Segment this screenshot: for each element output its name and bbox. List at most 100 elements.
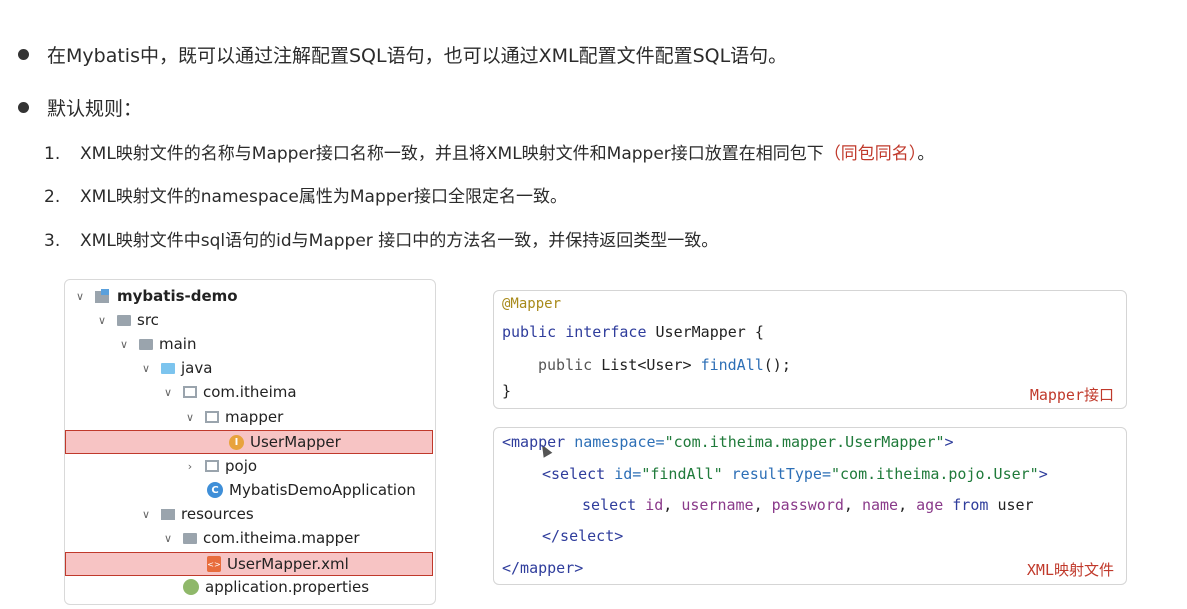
tree-item-com-itheima-mapper[interactable]: ∨ com.itheima.mapper bbox=[161, 527, 360, 549]
sql-sep: , bbox=[753, 496, 772, 514]
package-icon bbox=[183, 386, 197, 398]
code-identifier: UserMapper { bbox=[655, 323, 764, 341]
xml-attr: id= bbox=[614, 465, 642, 483]
code-line: select id, username, password, name, age… bbox=[582, 496, 1034, 514]
chevron-down-icon[interactable]: ∨ bbox=[161, 532, 175, 545]
sql-keyword: from bbox=[952, 496, 998, 514]
rule-item-1: 1. XML映射文件的名称与Mapper接口名称一致，并且将XML映射文件和Map… bbox=[44, 139, 934, 164]
tree-item-src[interactable]: ∨ src bbox=[95, 309, 159, 331]
sql-column: id bbox=[645, 496, 664, 514]
sql-column: age bbox=[916, 496, 953, 514]
tree-label: main bbox=[159, 335, 197, 353]
folder-icon bbox=[183, 532, 197, 544]
tree-label: com.itheima.mapper bbox=[203, 529, 360, 547]
xml-tag-end: > bbox=[944, 433, 954, 451]
tree-item-pojo[interactable]: › pojo bbox=[183, 455, 257, 477]
code-type: List<User> bbox=[601, 356, 701, 374]
xml-tag: <select bbox=[542, 465, 615, 483]
rule-item-2: 2. XML映射文件的namespace属性为Mapper接口全限定名一致。 bbox=[44, 182, 567, 207]
xml-attr: namespace= bbox=[574, 433, 665, 451]
tree-item-mapper[interactable]: ∨ mapper bbox=[183, 406, 283, 428]
bullet-text: 默认规则： bbox=[47, 98, 143, 120]
rule-number: 1. bbox=[44, 144, 61, 164]
tree-label: src bbox=[137, 311, 159, 329]
sql-keyword: select bbox=[582, 496, 646, 514]
chevron-down-icon[interactable]: ∨ bbox=[183, 411, 197, 424]
rule-text: XML映射文件的namespace属性为Mapper接口全限定名一致。 bbox=[80, 187, 567, 207]
bullet-dot bbox=[18, 49, 29, 60]
properties-file-icon bbox=[183, 579, 199, 595]
resources-folder-icon bbox=[161, 508, 175, 520]
bullet-dot bbox=[18, 102, 29, 113]
chevron-down-icon[interactable]: ∨ bbox=[139, 362, 153, 375]
code-punct: (); bbox=[763, 356, 791, 374]
code-method: findAll bbox=[700, 356, 764, 374]
tree-item-main[interactable]: ∨ main bbox=[117, 333, 197, 355]
tree-label: mybatis-demo bbox=[117, 287, 238, 305]
spring-boot-class-icon: C bbox=[207, 482, 223, 498]
rule-number: 2. bbox=[44, 187, 61, 207]
tree-item-application-properties[interactable]: application.properties bbox=[183, 576, 369, 598]
tree-item-usermapper-xml[interactable]: <> UserMapper.xml bbox=[207, 553, 349, 575]
code-keyword: public bbox=[538, 356, 602, 374]
xml-caption: XML映射文件 bbox=[1026, 561, 1114, 579]
sql-table: user bbox=[997, 496, 1034, 514]
rule-end: 。 bbox=[917, 144, 935, 164]
bullet-text: 在Mybatis中，既可以通过注解配置SQL语句，也可以通过XML配置文件配置S… bbox=[47, 45, 788, 67]
tree-label: com.itheima bbox=[203, 383, 297, 401]
tree-label: java bbox=[181, 359, 213, 377]
xml-file-icon: <> bbox=[207, 556, 221, 572]
sql-sep: , bbox=[843, 496, 862, 514]
tree-item-usermapper[interactable]: I UserMapper bbox=[229, 431, 341, 453]
tree-item-mybatis-demo-application[interactable]: C MybatisDemoApplication bbox=[207, 479, 416, 501]
bullet-default-rules: 默认规则： bbox=[18, 94, 142, 121]
tree-label: resources bbox=[181, 505, 254, 523]
tree-label: UserMapper bbox=[250, 433, 341, 451]
package-icon bbox=[205, 460, 219, 472]
module-folder-icon bbox=[95, 289, 111, 303]
mapper-interface-code: @Mapper public interface UserMapper { pu… bbox=[493, 290, 1127, 409]
xml-tag: <mapper bbox=[502, 433, 575, 451]
code-line: </select> bbox=[542, 527, 624, 545]
sql-column: username bbox=[681, 496, 754, 514]
interface-icon: I bbox=[229, 434, 244, 450]
chevron-down-icon[interactable]: ∨ bbox=[73, 290, 87, 303]
tree-label: UserMapper.xml bbox=[227, 555, 349, 573]
mapper-caption: Mapper接口 bbox=[1029, 386, 1114, 404]
tree-item-mybatis-demo[interactable]: ∨ mybatis-demo bbox=[73, 285, 238, 307]
project-tree: ∨ mybatis-demo ∨ src ∨ main ∨ java ∨ com… bbox=[64, 279, 436, 605]
sql-column: password bbox=[771, 496, 844, 514]
code-annotation: @Mapper bbox=[502, 296, 562, 312]
tree-item-java[interactable]: ∨ java bbox=[139, 357, 212, 379]
tree-label: pojo bbox=[225, 457, 258, 475]
tree-item-resources[interactable]: ∨ resources bbox=[139, 503, 254, 525]
code-line: </mapper> bbox=[502, 559, 584, 577]
sql-column: name bbox=[861, 496, 899, 514]
chevron-down-icon[interactable]: ∨ bbox=[95, 314, 109, 327]
rule-number: 3. bbox=[44, 231, 61, 251]
xml-attr: resultType= bbox=[731, 465, 831, 483]
chevron-down-icon[interactable]: ∨ bbox=[117, 338, 131, 351]
rule-text: XML映射文件的名称与Mapper接口名称一致，并且将XML映射文件和Mappe… bbox=[80, 144, 824, 164]
tree-label: MybatisDemoApplication bbox=[229, 481, 416, 499]
source-folder-icon bbox=[161, 362, 175, 374]
rule-highlight: （同包同名） bbox=[823, 144, 918, 164]
folder-icon bbox=[117, 314, 131, 326]
xml-value: "com.itheima.pojo.User" bbox=[831, 465, 1039, 483]
code-line: public interface UserMapper { bbox=[502, 323, 764, 341]
folder-icon bbox=[139, 338, 153, 350]
code-line: public List<User> findAll(); bbox=[538, 356, 791, 374]
chevron-right-icon[interactable]: › bbox=[183, 460, 197, 473]
sql-sep: , bbox=[898, 496, 917, 514]
chevron-down-icon[interactable]: ∨ bbox=[161, 386, 175, 399]
chevron-down-icon[interactable]: ∨ bbox=[139, 508, 153, 521]
xml-value: "findAll" bbox=[641, 465, 732, 483]
xml-mapper-code: <mapper namespace="com.itheima.mapper.Us… bbox=[493, 427, 1127, 585]
code-keyword: public interface bbox=[502, 323, 656, 341]
xml-value: "com.itheima.mapper.UserMapper" bbox=[664, 433, 945, 451]
tree-label: application.properties bbox=[205, 578, 370, 596]
rule-text: XML映射文件中sql语句的id与Mapper 接口中的方法名一致，并保持返回类… bbox=[80, 231, 719, 251]
code-line: <mapper namespace="com.itheima.mapper.Us… bbox=[502, 433, 954, 451]
tree-item-com-itheima[interactable]: ∨ com.itheima bbox=[161, 381, 297, 403]
package-icon bbox=[205, 411, 219, 423]
